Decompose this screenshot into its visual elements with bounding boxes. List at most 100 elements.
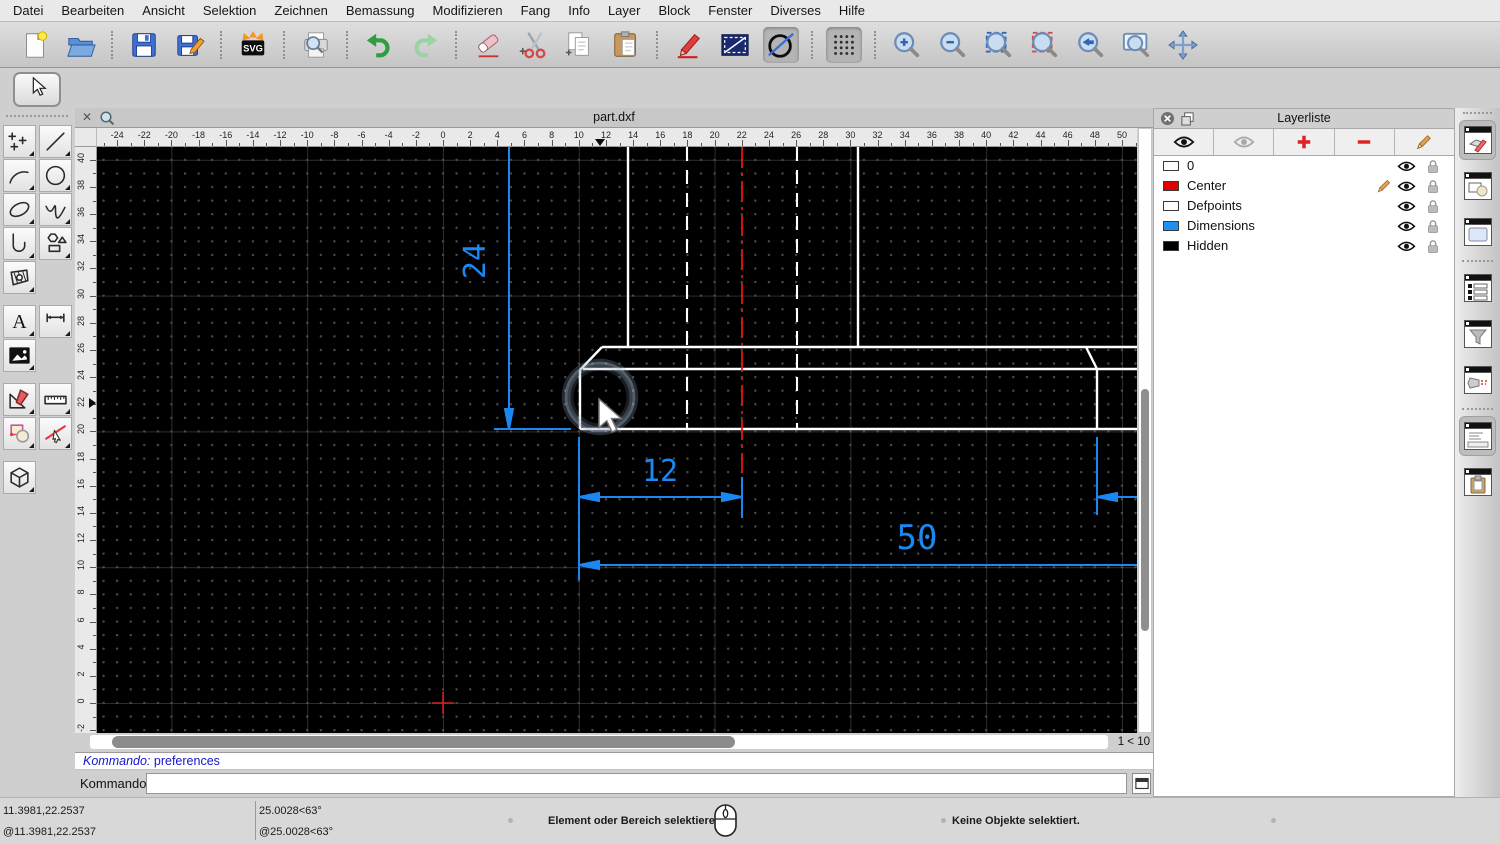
menu-selektion[interactable]: Selektion: [194, 3, 265, 18]
draw-pen-button[interactable]: [671, 27, 707, 63]
command-detach-button[interactable]: [1132, 773, 1151, 794]
ruler-tick: [931, 140, 933, 146]
layer-row-dimensions[interactable]: Dimensions: [1154, 216, 1454, 236]
show-all-layers-button[interactable]: [1154, 129, 1215, 155]
edit-layer-button[interactable]: [1395, 129, 1454, 155]
tool-modify[interactable]: [3, 383, 36, 416]
dock-handle: [1463, 112, 1492, 114]
menu-bearbeiten[interactable]: Bearbeiten: [52, 3, 133, 18]
dock-entity-list-button[interactable]: [1459, 268, 1496, 308]
layer-lock-icon[interactable]: [1427, 199, 1439, 214]
layer-visibility-icon[interactable]: [1397, 160, 1416, 173]
zoom-back-button[interactable]: [1073, 27, 1109, 63]
layer-lock-icon[interactable]: [1427, 179, 1439, 194]
layer-row-0[interactable]: 0: [1154, 156, 1454, 176]
grid-toggle-button[interactable]: [826, 26, 862, 63]
vertical-scrollbar-thumb[interactable]: [1141, 389, 1149, 631]
add-layer-button[interactable]: [1274, 129, 1335, 155]
panel-close-icon[interactable]: [1160, 111, 1175, 126]
open-file-button[interactable]: [63, 27, 99, 63]
menu-hilfe[interactable]: Hilfe: [830, 3, 874, 18]
dock-selection-filter-button[interactable]: [1459, 314, 1496, 354]
dock-layer-list-button[interactable]: [1459, 120, 1496, 160]
tool-circle[interactable]: [39, 159, 72, 192]
tool-hatch[interactable]: [3, 261, 36, 294]
menu-bemassung[interactable]: Bemassung: [337, 3, 424, 18]
tool-spline[interactable]: [39, 193, 72, 226]
circle-line-button[interactable]: [763, 26, 799, 63]
layer-visibility-icon[interactable]: [1397, 240, 1416, 253]
menu-diverses[interactable]: Diverses: [761, 3, 830, 18]
menu-datei[interactable]: Datei: [4, 3, 52, 18]
horizontal-scrollbar-thumb[interactable]: [112, 736, 735, 748]
tool-select[interactable]: [39, 417, 72, 450]
zoom-auto-button[interactable]: [981, 27, 1017, 63]
menu-block[interactable]: Block: [649, 3, 699, 18]
menu-fenster[interactable]: Fenster: [699, 3, 761, 18]
vertical-scrollbar[interactable]: [1138, 128, 1152, 733]
zoom-out-button[interactable]: [935, 27, 971, 63]
save-button[interactable]: [126, 27, 162, 63]
layer-lock-icon[interactable]: [1427, 219, 1439, 234]
tool-points[interactable]: [3, 125, 36, 158]
save-as-button[interactable]: [172, 27, 208, 63]
tool-dimension[interactable]: [39, 305, 72, 338]
svg-export-button[interactable]: SVG: [235, 27, 271, 63]
tool-ellipse[interactable]: [3, 193, 36, 226]
delete-button[interactable]: [470, 27, 506, 63]
zoom-previous-button[interactable]: [1027, 27, 1063, 63]
cad-drawing[interactable]: 24 12 50: [97, 147, 1137, 733]
tool-line[interactable]: [39, 125, 72, 158]
new-document-button[interactable]: [17, 27, 53, 63]
remove-layer-button[interactable]: [1335, 129, 1395, 155]
layer-visibility-icon[interactable]: [1397, 200, 1416, 213]
tool-order[interactable]: [3, 417, 36, 450]
tool-measure[interactable]: [39, 383, 72, 416]
dock-command-widget-button[interactable]: [1459, 416, 1496, 456]
menu-info[interactable]: Info: [559, 3, 599, 18]
dock-highlight-button[interactable]: [1459, 360, 1496, 400]
ruler-label: 36: [76, 207, 86, 218]
line-rectangle-button[interactable]: [717, 27, 753, 63]
layer-visibility-icon[interactable]: [1397, 180, 1416, 193]
toolbar-separator: [283, 30, 286, 59]
dock-clipboard-widget-button[interactable]: [1459, 462, 1496, 502]
layer-row-defpoints[interactable]: Defpoints: [1154, 196, 1454, 216]
dock-library-browser-button[interactable]: [1459, 212, 1496, 252]
paste-button[interactable]: [608, 27, 644, 63]
panel-float-icon[interactable]: [1180, 111, 1195, 126]
zoom-pan-button[interactable]: [1165, 27, 1201, 63]
status-coordinate-relative: @11.3981,22.2537: [3, 826, 96, 838]
tool-image[interactable]: [3, 339, 36, 372]
layer-lock-icon[interactable]: [1427, 239, 1439, 254]
zoom-window-button[interactable]: [1119, 27, 1155, 63]
menu-fang[interactable]: Fang: [512, 3, 560, 18]
ruler-label: 14: [76, 505, 86, 516]
menu-modifizieren[interactable]: Modifizieren: [424, 3, 512, 18]
drawing-canvas[interactable]: 24 12 50: [97, 147, 1137, 733]
menu-zeichnen[interactable]: Zeichnen: [265, 3, 336, 18]
layer-visibility-icon[interactable]: [1397, 220, 1416, 233]
tool-cube[interactable]: [3, 461, 36, 494]
layer-row-center[interactable]: Center: [1154, 176, 1454, 196]
redo-button[interactable]: [407, 27, 443, 63]
zoom-in-button[interactable]: [889, 27, 925, 63]
layer-row-hidden[interactable]: Hidden: [1154, 236, 1454, 256]
cut-button[interactable]: [516, 27, 552, 63]
pointer-select-tool[interactable]: [13, 72, 61, 107]
tool-polyline[interactable]: [3, 227, 36, 260]
ruler-label: -2: [411, 130, 420, 140]
dock-block-list-button[interactable]: [1459, 166, 1496, 206]
layer-lock-icon[interactable]: [1427, 159, 1439, 174]
menu-layer[interactable]: Layer: [599, 3, 650, 18]
horizontal-scrollbar[interactable]: [90, 735, 1108, 749]
copy-button[interactable]: [562, 27, 598, 63]
hide-all-layers-button[interactable]: [1214, 129, 1275, 155]
tool-arc[interactable]: [3, 159, 36, 192]
tool-polygon[interactable]: [39, 227, 72, 260]
menu-ansicht[interactable]: Ansicht: [133, 3, 194, 18]
undo-button[interactable]: [361, 27, 397, 63]
tool-text[interactable]: A: [3, 305, 36, 338]
print-preview-button[interactable]: [298, 27, 334, 63]
command-input[interactable]: [146, 773, 1127, 794]
